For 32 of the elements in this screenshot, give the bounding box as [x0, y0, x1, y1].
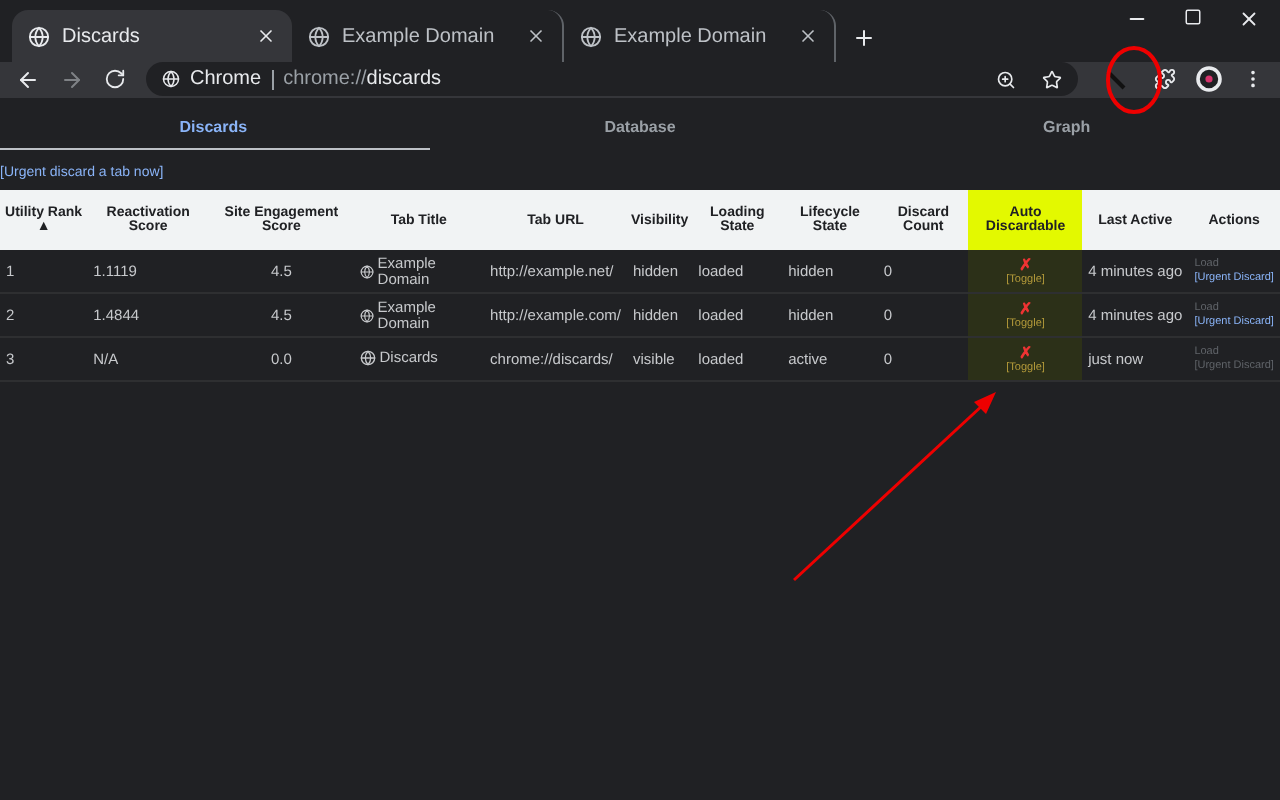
cross-mark: ✗	[1016, 301, 1035, 317]
browser-tab[interactable]: Discards	[12, 10, 292, 62]
globe-icon	[359, 307, 374, 323]
close-icon[interactable]	[798, 26, 818, 46]
cross-mark: ✗	[1016, 345, 1035, 361]
globe-icon	[308, 25, 330, 47]
back-button[interactable]	[16, 67, 40, 91]
close-icon[interactable]	[1238, 8, 1260, 30]
zoom-icon[interactable]	[996, 69, 1016, 89]
maximize-icon[interactable]	[1184, 8, 1202, 26]
site-label: Chrome	[190, 68, 262, 90]
globe-icon	[28, 25, 50, 47]
page-tab[interactable]: Graph	[853, 110, 1280, 148]
annotation-circle	[1106, 46, 1162, 114]
globe-icon	[580, 25, 602, 47]
cross-mark: ✗	[1016, 257, 1035, 273]
url-text: chrome://discards	[283, 68, 442, 90]
globe-icon	[162, 70, 180, 88]
close-icon[interactable]	[526, 26, 546, 46]
profile-icon[interactable]	[1196, 66, 1222, 92]
page-tab[interactable]: Discards	[0, 110, 427, 148]
page-tab[interactable]: Database	[426, 110, 854, 148]
new-tab-button[interactable]	[852, 26, 876, 50]
forward-button[interactable]	[60, 67, 84, 91]
globe-icon	[359, 349, 376, 365]
extension-icon[interactable]	[1106, 69, 1126, 89]
reload-button[interactable]	[104, 68, 126, 90]
extensions-icon[interactable]	[1154, 68, 1176, 90]
address-bar[interactable]: Chrome chrome://discards	[146, 62, 1078, 96]
close-icon[interactable]	[256, 26, 276, 46]
globe-icon	[359, 263, 374, 279]
star-icon[interactable]	[1042, 69, 1062, 89]
